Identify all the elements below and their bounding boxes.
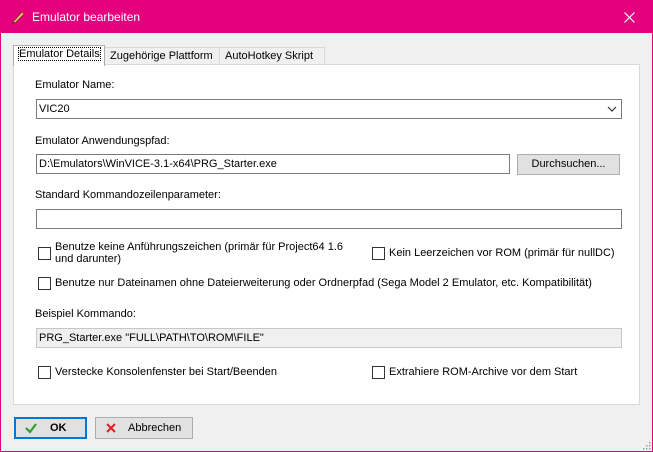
cancel-button[interactable]: Abbrechen xyxy=(95,417,193,439)
no-space-checkbox[interactable] xyxy=(372,247,385,260)
x-icon xyxy=(106,423,116,433)
filename-only-label[interactable]: Benutze nur Dateinamen ohne Dateierweite… xyxy=(55,277,592,289)
tab-emulator-details[interactable]: Emulator Details xyxy=(13,45,105,66)
example-command-field: PRG_Starter.exe "FULL\PATH\TO\ROM\FILE" xyxy=(36,328,622,348)
title-bar[interactable]: Emulator bearbeiten xyxy=(1,1,652,33)
emulator-name-label: Emulator Name: xyxy=(35,79,115,91)
window-title: Emulator bearbeiten xyxy=(32,10,141,24)
pencil-icon xyxy=(12,11,25,24)
chevron-down-icon xyxy=(607,106,617,112)
close-button[interactable] xyxy=(606,1,652,33)
params-label: Standard Kommandozeilenparameter: xyxy=(35,189,221,201)
dialog-window: Emulator bearbeiten Emulator Details Zug… xyxy=(0,0,653,452)
tab-autohotkey-skript[interactable]: AutoHotkey Skript xyxy=(219,47,325,65)
no-quotes-label[interactable]: Benutze keine Anführungszeichen (primär … xyxy=(55,241,343,265)
emulator-path-label: Emulator Anwendungspfad: xyxy=(35,135,170,147)
cancel-button-label: Abbrechen xyxy=(128,422,182,434)
ok-button-label: OK xyxy=(50,422,67,434)
filename-only-checkbox[interactable] xyxy=(38,277,51,290)
emulator-path-input[interactable]: D:\Emulators\WinVICE-3.1-x64\PRG_Starter… xyxy=(36,154,510,174)
tab-panel: Emulator Name: VIC20 Emulator Anwendungs… xyxy=(13,64,640,405)
ok-button[interactable]: OK xyxy=(14,417,87,439)
resize-grip-icon[interactable] xyxy=(641,440,651,450)
extract-rom-label[interactable]: Extrahiere ROM-Archive vor dem Start xyxy=(389,366,577,378)
hide-console-checkbox[interactable] xyxy=(38,366,51,379)
emulator-name-combobox[interactable]: VIC20 xyxy=(36,99,622,119)
checkmark-icon xyxy=(25,423,37,434)
example-command-label: Beispiel Kommando: xyxy=(35,308,136,320)
browse-button[interactable]: Durchsuchen... xyxy=(517,154,620,175)
hide-console-label[interactable]: Verstecke Konsolenfenster bei Start/Been… xyxy=(55,366,277,378)
close-icon xyxy=(623,11,635,23)
no-quotes-checkbox[interactable] xyxy=(38,247,51,260)
tab-zugehoerige-plattform[interactable]: Zugehörige Plattform xyxy=(104,47,221,65)
params-input[interactable] xyxy=(36,209,622,229)
no-space-label[interactable]: Kein Leerzeichen vor ROM (primär für nul… xyxy=(389,247,615,259)
extract-rom-checkbox[interactable] xyxy=(372,366,385,379)
